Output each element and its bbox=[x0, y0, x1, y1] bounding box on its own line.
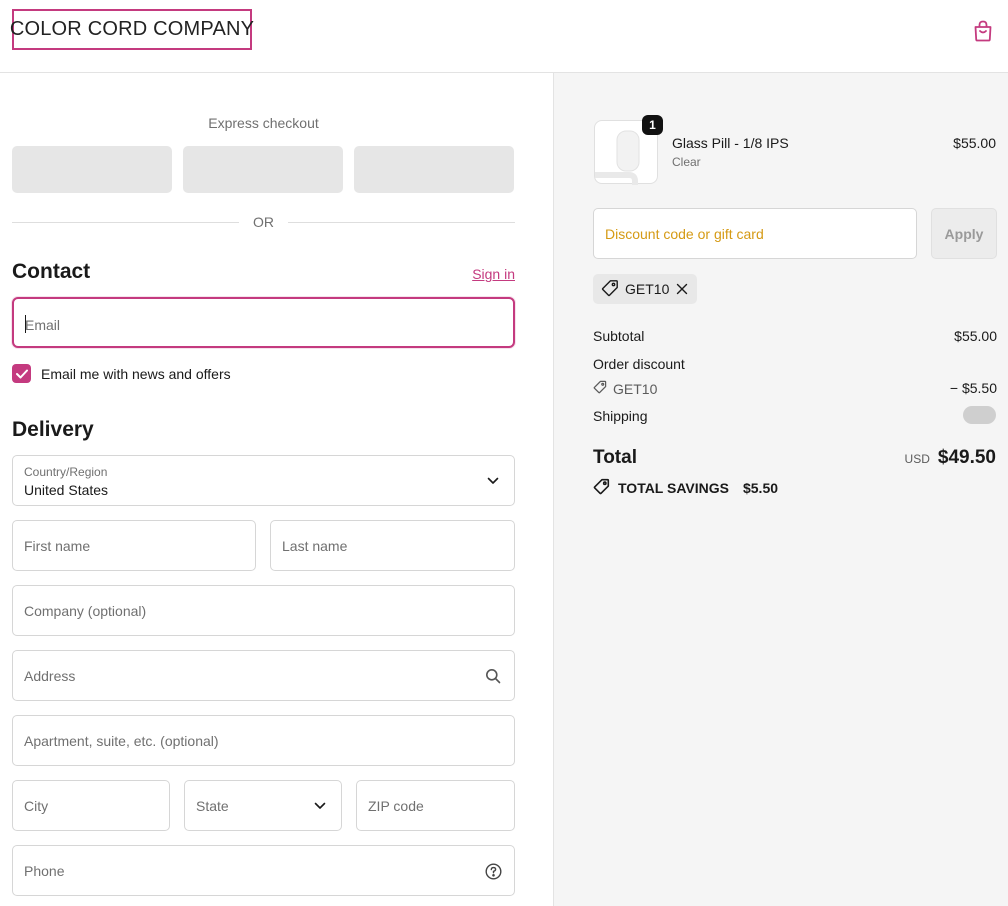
state-select[interactable]: State bbox=[184, 780, 342, 831]
savings-value: $5.50 bbox=[742, 480, 779, 496]
discount-code-row: GET10 − $5.50 bbox=[593, 380, 997, 397]
checkmark-icon bbox=[15, 369, 28, 378]
subtotal-label: Subtotal bbox=[593, 328, 645, 344]
address-field[interactable]: Address bbox=[12, 650, 515, 701]
remove-discount-icon[interactable] bbox=[675, 282, 689, 296]
order-discount-row: Order discount bbox=[593, 356, 997, 372]
phone-placeholder: Phone bbox=[24, 863, 65, 879]
sign-in-link[interactable]: Sign in bbox=[472, 266, 515, 282]
city-field[interactable]: City bbox=[12, 780, 170, 831]
total-savings: TOTAL SAVINGS $5.50 bbox=[593, 478, 778, 498]
total-value: $49.50 bbox=[937, 447, 996, 468]
subtotal-row: Subtotal $55.00 bbox=[593, 328, 997, 344]
search-icon[interactable] bbox=[484, 667, 502, 685]
express-pay-button-2[interactable] bbox=[183, 146, 343, 193]
email-placeholder: Email bbox=[25, 317, 61, 333]
apply-button[interactable]: Apply bbox=[931, 208, 997, 259]
product-variant: Clear bbox=[672, 155, 701, 169]
company-placeholder: Company (optional) bbox=[24, 603, 147, 619]
address-placeholder: Address bbox=[24, 668, 76, 684]
discount-amount: − $5.50 bbox=[949, 380, 997, 396]
country-select[interactable]: Country/Region United States bbox=[12, 455, 515, 506]
tag-icon bbox=[593, 478, 610, 498]
zip-field[interactable]: ZIP code bbox=[356, 780, 515, 831]
discount-placeholder: Discount code or gift card bbox=[605, 226, 764, 242]
discount-code-field[interactable]: Discount code or gift card bbox=[593, 208, 917, 259]
chevron-down-icon bbox=[311, 797, 329, 815]
newsletter-label: Email me with news and offers bbox=[41, 365, 231, 382]
brand-logo[interactable]: COLOR CORD COMPANY bbox=[10, 9, 254, 50]
header: COLOR CORD COMPANY bbox=[0, 0, 1008, 73]
product-price: $55.00 bbox=[953, 135, 996, 151]
newsletter-checkbox[interactable] bbox=[12, 364, 31, 383]
total-label: Total bbox=[593, 447, 637, 468]
country-value: United States bbox=[24, 482, 109, 498]
product-name: Glass Pill - 1/8 IPS bbox=[672, 135, 789, 151]
express-checkout-label: Express checkout bbox=[208, 115, 319, 131]
applied-discount-chip: GET10 bbox=[593, 274, 698, 304]
savings-label: TOTAL SAVINGS bbox=[618, 480, 729, 496]
discount-code-label: GET10 bbox=[613, 380, 658, 397]
state-placeholder: State bbox=[196, 798, 229, 814]
checkout-form: Express checkout OR Contact Sign in Emai… bbox=[0, 73, 553, 906]
shipping-loading-placeholder bbox=[963, 406, 996, 424]
first-name-field[interactable]: First name bbox=[12, 520, 256, 571]
order-summary: 1 Glass Pill - 1/8 IPS Clear $55.00 Disc… bbox=[553, 73, 1008, 906]
apartment-field[interactable]: Apartment, suite, etc. (optional) bbox=[12, 715, 515, 766]
chevron-down-icon bbox=[484, 472, 502, 490]
delivery-title: Delivery bbox=[12, 418, 94, 441]
subtotal-value: $55.00 bbox=[954, 328, 997, 344]
shipping-label: Shipping bbox=[593, 408, 648, 424]
quantity-badge: 1 bbox=[642, 115, 663, 135]
or-divider: OR bbox=[12, 213, 515, 231]
express-pay-button-3[interactable] bbox=[354, 146, 514, 193]
company-field[interactable]: Company (optional) bbox=[12, 585, 515, 636]
first-name-placeholder: First name bbox=[24, 538, 91, 554]
email-field[interactable]: Email bbox=[12, 297, 515, 348]
order-discount-label: Order discount bbox=[593, 356, 685, 372]
or-label: OR bbox=[253, 214, 274, 230]
currency-code: USD bbox=[904, 452, 930, 466]
shopping-bag-icon[interactable] bbox=[970, 18, 996, 44]
city-placeholder: City bbox=[24, 798, 49, 814]
last-name-field[interactable]: Last name bbox=[270, 520, 515, 571]
last-name-placeholder: Last name bbox=[282, 538, 348, 554]
zip-placeholder: ZIP code bbox=[368, 798, 424, 814]
tag-icon bbox=[593, 380, 607, 397]
express-pay-button-1[interactable] bbox=[12, 146, 172, 193]
help-circle-icon[interactable] bbox=[484, 862, 502, 880]
applied-code-label: GET10 bbox=[625, 281, 670, 297]
contact-title: Contact bbox=[12, 260, 91, 283]
country-label: Country/Region bbox=[24, 465, 108, 479]
tag-icon bbox=[601, 279, 619, 300]
shipping-row: Shipping bbox=[593, 408, 997, 424]
apartment-placeholder: Apartment, suite, etc. (optional) bbox=[24, 733, 219, 749]
total-amount: USD $49.50 bbox=[905, 447, 996, 469]
newsletter-row: Email me with news and offers bbox=[12, 364, 231, 383]
phone-field[interactable]: Phone bbox=[12, 845, 515, 896]
